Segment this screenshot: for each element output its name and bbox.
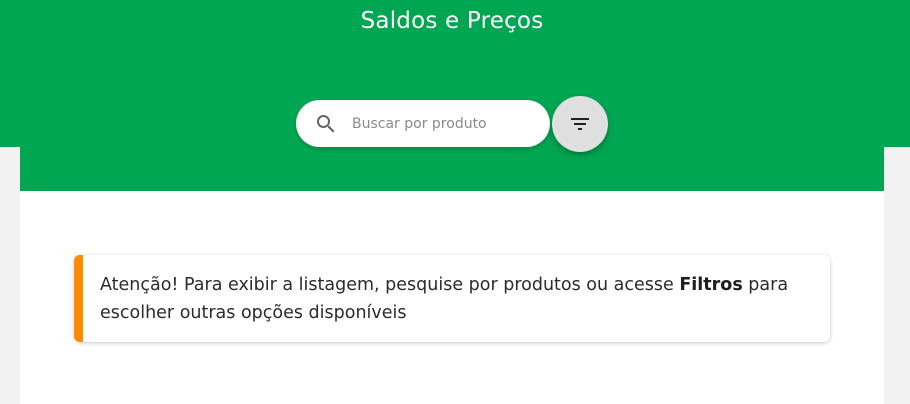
search-box[interactable]	[296, 100, 550, 147]
page-title: Saldos e Preços	[360, 8, 544, 34]
attention-alert: Atenção! Para exibir a listagem, pesquis…	[74, 255, 830, 342]
alert-filters-emphasis: Filtros	[679, 275, 743, 295]
alert-accent-bar	[74, 255, 83, 342]
card-header-band	[20, 147, 884, 191]
alert-message: Atenção! Para exibir a listagem, pesquis…	[100, 271, 820, 327]
search-input[interactable]	[352, 112, 532, 136]
filter-button[interactable]	[552, 96, 608, 152]
filter-icon	[568, 112, 592, 136]
search-icon	[314, 112, 338, 136]
alert-text-before: Atenção! Para exibir a listagem, pesquis…	[100, 275, 680, 295]
